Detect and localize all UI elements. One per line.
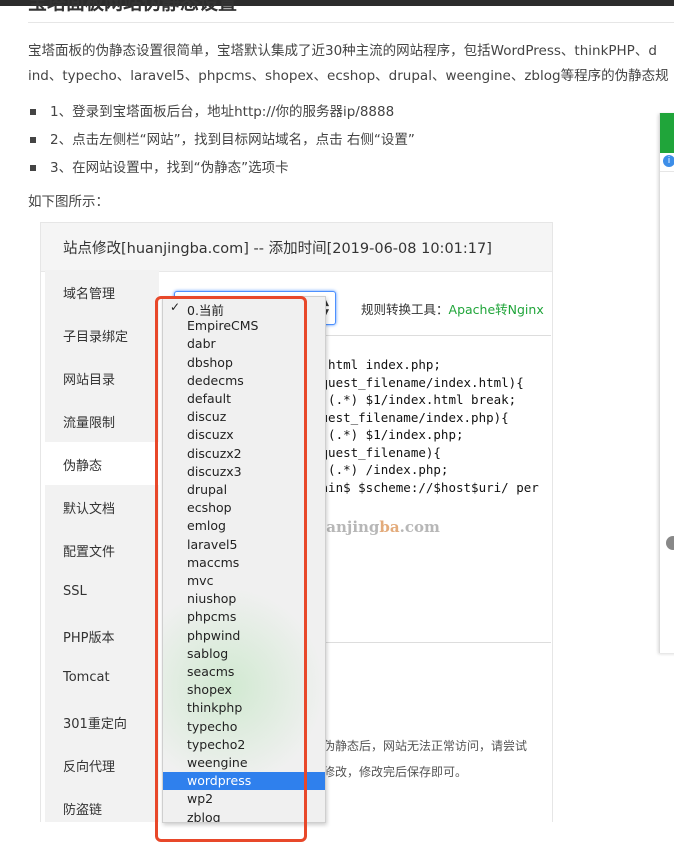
sidebar-item-label: 默认文档 [63, 502, 116, 517]
rule-convert-tool: 规则转换工具：Apache转Nginx [361, 299, 544, 318]
step-item: 1、登录到宝塔面板后台，地址http://你的服务器ip/8888 [28, 100, 415, 128]
note-line: 置伪静态后，网站无法正常访问，请尝试 [311, 739, 528, 753]
sidebar-item-label: 伪静态 [63, 459, 103, 474]
sidebar-item-php-version[interactable]: PHP版本 [45, 614, 159, 657]
sidebar-item-config[interactable]: 配置文件 [45, 528, 159, 571]
heading-divider [28, 22, 674, 23]
watermark-suffix: .com [399, 518, 440, 536]
sidebar-item-tomcat[interactable]: Tomcat [45, 657, 159, 700]
sidebar-item-label: 子目录绑定 [63, 330, 129, 345]
article-heading: 宝塔面板网站伪静态设置 [28, 0, 238, 14]
note-line: 行修改，修改完后保存即可。 [311, 765, 468, 779]
sidebar-item-default-doc[interactable]: 默认文档 [45, 485, 159, 528]
code-line: equest_filename/index.html){ [313, 374, 524, 390]
sidebar-item-label: 301重定向 [63, 717, 127, 732]
code-line: e (.*) $1/index.php; [313, 427, 464, 442]
code-line: equest_filename){ [313, 444, 441, 460]
rewrite-notes: 置伪静态后，网站无法正常访问，请尝试 行修改，修改完后保存即可。 [311, 733, 527, 785]
sidebar-item-label: 配置文件 [63, 545, 116, 560]
step-item: 2、点击左侧栏“网站”，找到目标网站域名，点击 右侧“设置” [28, 128, 415, 156]
dialog-title: 站点修改[huanjingba.com] -- 添加时间[2019-06-08 … [63, 241, 492, 257]
sidebar-item-label: 网站目录 [63, 373, 116, 388]
settings-sidebar: 域名管理 子目录绑定 网站目录 流量限制 伪静态 默认文档 配置文件 SSL P… [45, 270, 159, 822]
rule-convert-label: 规则转换工具： [361, 302, 449, 317]
sidebar-item-reverse-proxy[interactable]: 反向代理 [45, 743, 159, 786]
step-item: 3、在网站设置中，找到“伪静态”选项卡 [28, 156, 415, 184]
sidebar-item-label: SSL [63, 584, 87, 599]
panel-divider [660, 171, 674, 172]
steps-list: 1、登录到宝塔面板后台，地址http://你的服务器ip/8888 2、点击左侧… [28, 100, 415, 184]
sidebar-item-hotlink[interactable]: 防盗链 [45, 786, 159, 822]
code-line: main$ $scheme://$host$uri/ per [313, 479, 539, 495]
sidebar-item-label: 流量限制 [63, 416, 116, 431]
article-intro: 宝塔面板的伪静态设置很简单，宝塔默认集成了近30种主流的网站程序，包括WordP… [28, 39, 674, 89]
sidebar-item-traffic[interactable]: 流量限制 [45, 399, 159, 442]
dialog-title-bar: 站点修改[huanjingba.com] -- 添加时间[2019-06-08 … [41, 223, 552, 272]
sidebar-item-subdir[interactable]: 子目录绑定 [45, 313, 159, 356]
intro-line-2: ind、typecho、laravel5、phpcms、shopex、ecsho… [28, 68, 669, 84]
annotation-highlight-box [155, 296, 307, 842]
code-line: quest_filename/index.php){ [313, 409, 509, 425]
info-icon: i [663, 155, 674, 167]
sidebar-item-domain[interactable]: 域名管理 [45, 270, 159, 313]
sidebar-item-label: PHP版本 [63, 631, 115, 646]
sidebar-item-label: 域名管理 [63, 287, 116, 302]
code-line: e (.*) /index.php; [313, 462, 449, 477]
sidebar-item-redirect[interactable]: 301重定向 [45, 700, 159, 743]
code-line: x.html index.php; [313, 357, 441, 372]
heading-wrap: 宝塔面板网站伪静态设置 [0, 0, 674, 22]
sidebar-item-site-dir[interactable]: 网站目录 [45, 356, 159, 399]
apache-to-nginx-link[interactable]: Apache转Nginx [449, 302, 544, 317]
rewrite-rule-code: x.html index.php; equest_filename/index.h… [313, 356, 539, 496]
figure-caption: 如下图所示： [28, 194, 109, 210]
sidebar-item-label: 防盗链 [63, 803, 103, 818]
sidebar-item-label: 反向代理 [63, 760, 116, 775]
watermark-accent: ba [379, 518, 400, 536]
sidebar-item-rewrite[interactable]: 伪静态 [45, 442, 159, 485]
sidebar-item-ssl[interactable]: SSL [45, 571, 159, 614]
code-line: e (.*) $1/index.html break; [313, 392, 517, 407]
sidebar-item-label: Tomcat [63, 670, 110, 685]
panel-status-icon [666, 536, 674, 550]
floating-side-panel: i [659, 113, 674, 653]
intro-line-1: 宝塔面板的伪静态设置很简单，宝塔默认集成了近30种主流的网站程序，包括WordP… [28, 43, 657, 59]
panel-green-header [660, 113, 674, 153]
